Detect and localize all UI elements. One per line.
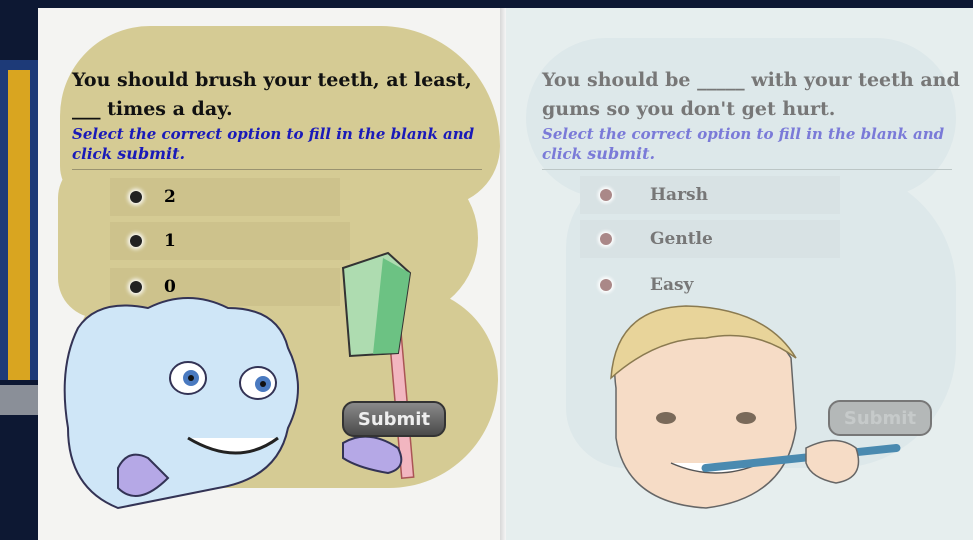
boy-brushing-teeth-illustration <box>610 305 901 509</box>
background-stripe-yellow <box>8 70 30 380</box>
background-shelf <box>0 385 38 415</box>
tooth-character-illustration <box>63 251 415 510</box>
right-page: You should be _____ with your teeth and … <box>506 8 973 540</box>
submit-button[interactable]: Submit <box>342 401 446 437</box>
submit-button[interactable]: Submit <box>828 400 932 436</box>
left-page: You should brush your teeth, at least, _… <box>38 8 508 540</box>
